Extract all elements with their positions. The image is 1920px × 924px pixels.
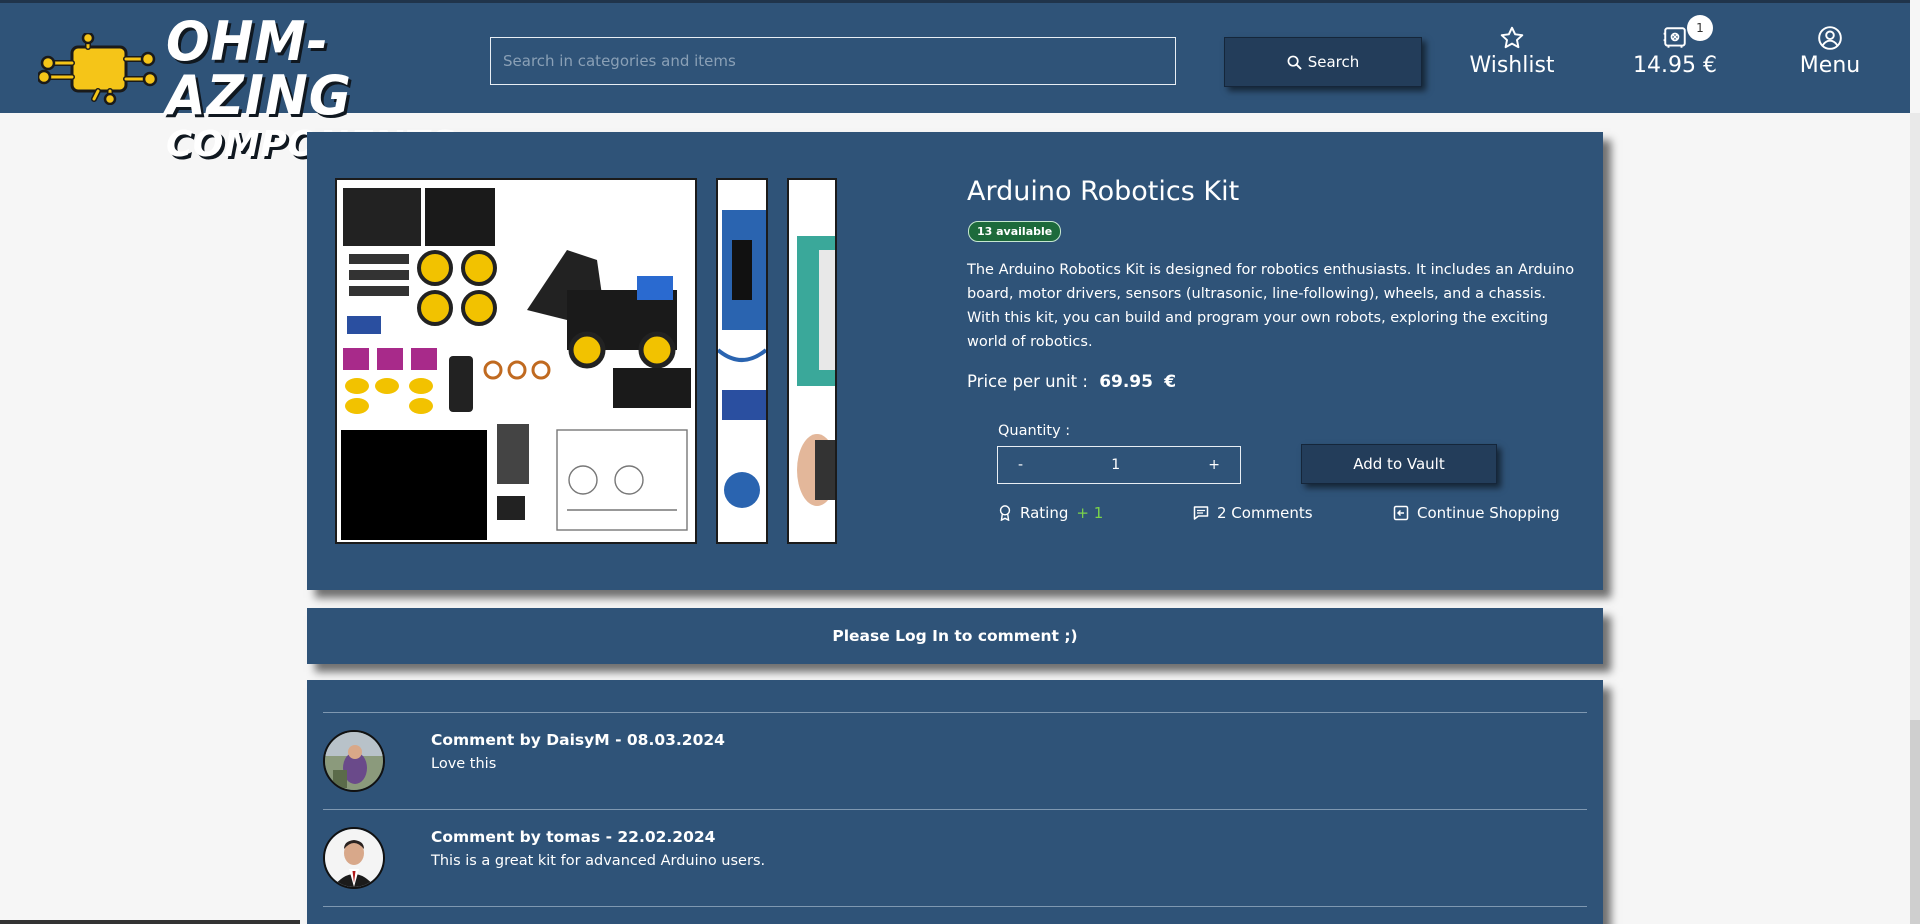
quantity-value[interactable]: 1 <box>1111 457 1120 473</box>
arduino-board-thumbnail <box>718 180 766 542</box>
arrow-left-box-icon <box>1393 505 1409 521</box>
price-currency: € <box>1164 372 1177 392</box>
menu-button[interactable]: Menu <box>1788 25 1872 78</box>
wishlist-label: Wishlist <box>1469 53 1555 78</box>
comments-link-label: 2 Comments <box>1217 504 1313 522</box>
comment-divider <box>323 906 1587 907</box>
availability-badge: 13 available <box>968 221 1062 242</box>
top-navigation-bar: OHM-AZING COMPONENTS Search Wishlist 14.… <box>0 0 1910 163</box>
menu-label: Menu <box>1799 53 1861 78</box>
rating-label: Rating <box>1020 504 1069 522</box>
vault-icon <box>1663 27 1686 48</box>
comment-divider <box>323 712 1587 713</box>
continue-shopping-link[interactable]: Continue Shopping <box>1393 504 1560 522</box>
add-to-vault-button[interactable]: Add to Vault <box>1301 444 1497 484</box>
product-thumbnail-3[interactable] <box>787 178 837 544</box>
comment-text: This is a great kit for advanced Arduino… <box>431 853 766 869</box>
cart-total: 14.95 € <box>1633 53 1717 78</box>
product-title: Arduino Robotics Kit <box>967 176 1240 207</box>
search-icon <box>1287 55 1302 70</box>
product-thumbnail-2[interactable] <box>716 178 768 544</box>
comment-text: Love this <box>431 756 497 772</box>
avatar-daisym-image <box>325 732 383 790</box>
search-input[interactable] <box>490 37 1176 85</box>
circuit-chip-logo-icon <box>38 33 158 105</box>
scrollbar-thumb[interactable] <box>1910 720 1920 924</box>
avatar <box>323 827 385 889</box>
kit-box-thumbnail <box>789 180 835 542</box>
quantity-decrease-button[interactable]: - <box>1018 457 1023 473</box>
robotics-kit-image <box>337 180 695 542</box>
award-icon <box>999 505 1011 521</box>
star-icon <box>1500 26 1524 49</box>
rating-value: + 1 <box>1076 504 1104 522</box>
quantity-label: Quantity : <box>998 423 1071 439</box>
comment-divider <box>323 809 1587 810</box>
product-description: The Arduino Robotics Kit is designed for… <box>967 262 1575 350</box>
user-circle-icon <box>1818 26 1842 50</box>
logo-line-1: OHM-AZING <box>166 10 352 127</box>
price-value: 69.95 <box>1099 372 1153 392</box>
bottom-edge-strip <box>0 920 300 924</box>
cart-link[interactable]: 14.95 € <box>1620 25 1730 78</box>
login-prompt-text[interactable]: Please Log In to comment ;) <box>832 627 1077 645</box>
comment-icon <box>1193 506 1209 520</box>
continue-shopping-label: Continue Shopping <box>1417 504 1560 522</box>
search-button-label: Search <box>1307 53 1360 71</box>
avatar <box>323 730 385 792</box>
comment-header: Comment by DaisyM - 08.03.2024 <box>431 731 725 749</box>
comments-link[interactable]: 2 Comments <box>1193 504 1313 522</box>
quantity-stepper[interactable]: - 1 + <box>997 446 1241 484</box>
product-card: Arduino Robotics Kit 13 available The Ar… <box>307 132 1603 590</box>
wishlist-link[interactable]: Wishlist <box>1462 25 1562 78</box>
site-logo[interactable]: OHM-AZING COMPONENTS <box>38 15 456 163</box>
comments-section: Comment by DaisyM - 08.03.2024 Love this… <box>307 680 1603 924</box>
price-row: Price per unit : 69.95 € <box>967 372 1176 392</box>
search-button[interactable]: Search <box>1224 37 1422 87</box>
price-label: Price per unit : <box>967 372 1088 391</box>
comment-header: Comment by tomas - 22.02.2024 <box>431 828 716 846</box>
product-main-image[interactable] <box>335 178 697 544</box>
avatar-tomas-image <box>325 829 383 887</box>
quantity-increase-button[interactable]: + <box>1208 457 1220 473</box>
cart-count-badge: 1 <box>1687 15 1713 41</box>
rating-button[interactable]: Rating + 1 <box>998 504 1103 522</box>
login-prompt-bar[interactable]: Please Log In to comment ;) <box>307 608 1603 664</box>
